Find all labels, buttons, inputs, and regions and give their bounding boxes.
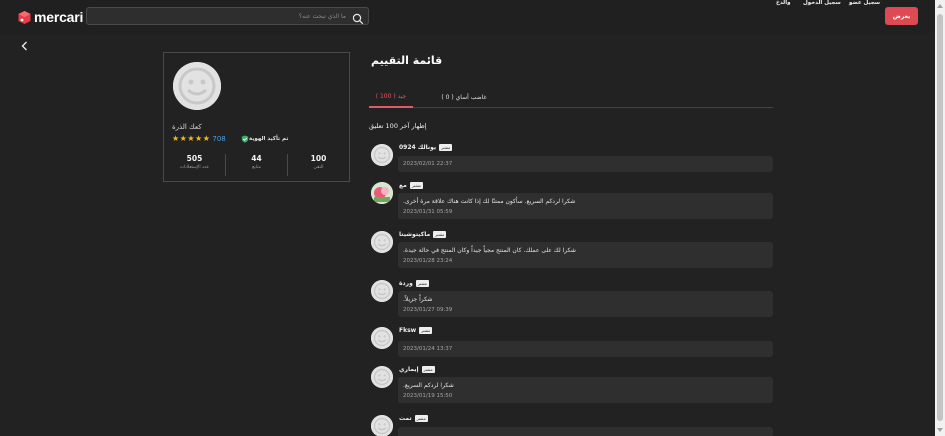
review-header: وردة مشتر <box>399 280 429 287</box>
review-item: Fksw مشتر 2023/01/24 13:37 <box>369 327 773 367</box>
scroll-up-icon[interactable] <box>937 4 943 8</box>
avatar[interactable] <box>173 62 221 110</box>
seller-profile-card: كعك الذرة ★ ★ ★ ★ ★ 708 تم تأكيد الهوية … <box>163 52 350 182</box>
review-header: Fksw مشتر <box>399 327 433 334</box>
buyer-badge: مشتر <box>439 144 453 151</box>
reviewer-name[interactable]: إيماري <box>399 366 419 373</box>
stat-following[interactable]: 100 التقي <box>288 154 349 176</box>
review-comment-box <box>398 427 773 436</box>
reviewer-avatar[interactable] <box>371 182 393 204</box>
star-icon: ★ <box>187 134 195 143</box>
review-text: .شكراً جزيلاً <box>403 296 433 303</box>
review-text: .شكرا لك على عملك. كان المنتج مجياً جيدا… <box>403 247 576 254</box>
buyer-badge: مشتر <box>421 366 435 373</box>
stat-value: 505 <box>186 154 203 163</box>
review-item: تمت مشتر <box>369 415 773 436</box>
review-comment-box: .شكرا لردكم السريع. سأكون ممتنًا لك إذا … <box>398 193 773 219</box>
star-icon: ★ <box>172 134 180 143</box>
reviewer-avatar[interactable] <box>371 280 393 302</box>
reviewer-name[interactable]: مع <box>399 182 407 189</box>
rating-stars[interactable]: ★ ★ ★ ★ ★ 708 <box>172 134 226 144</box>
logo-text: mercari <box>34 9 84 25</box>
buyer-badge: مشتر <box>419 327 433 334</box>
top-header: mercari والدخ سجيل الدخول سجيل عضو يعرض <box>0 0 935 33</box>
nav-register-link[interactable]: سجيل عضو <box>849 0 880 6</box>
star-icon: ★ <box>202 134 210 143</box>
seller-name: كعك الذرة <box>172 123 202 131</box>
reviewer-avatar[interactable] <box>371 415 393 436</box>
search-input[interactable] <box>96 8 346 24</box>
review-item: ماكيتوشيتا مشتر .شكرا لك على عملك. كان الم… <box>369 231 773 271</box>
review-comment-box: 2023/02/01 22:37 <box>398 156 773 172</box>
shield-check-icon <box>241 135 249 143</box>
scroll-down-icon[interactable] <box>937 428 943 432</box>
review-header: مع مشتر <box>399 182 423 189</box>
stat-listings: 505 عدد الإستعلانات <box>164 154 226 176</box>
buyer-badge: مشتر <box>409 182 423 189</box>
identity-verified: تم تأكيد الهوية <box>239 135 288 143</box>
rating-tabs: جيد ( 100 ) غاضب أساي ( 0 ) <box>369 86 773 108</box>
page-title: قائمة التقييم <box>371 54 443 67</box>
reviewer-avatar[interactable] <box>371 327 393 349</box>
back-chevron-icon[interactable] <box>19 37 31 51</box>
review-comment-box: .شكرا لك على عملك. كان المنتج مجياً جيدا… <box>398 242 773 268</box>
buyer-badge: مشتر <box>433 231 447 238</box>
tab-bad[interactable]: غاضب أساي ( 0 ) <box>439 86 489 108</box>
search-icon[interactable] <box>352 10 364 25</box>
profile-stats: 505 عدد الإستعلانات 44 متابع 100 التقي <box>164 154 349 176</box>
review-item: مع مشتر .شكرا لردكم السريع. سأكون ممتنًا ل… <box>369 182 773 222</box>
stat-value: 44 <box>251 154 262 163</box>
review-item: 0924 يونالك مشتر 2023/02/01 22:37 <box>369 144 773 184</box>
review-date: 2023/01/27 09:39 <box>403 307 453 313</box>
reviewer-avatar[interactable] <box>371 231 393 253</box>
review-header: تمت مشتر <box>399 415 428 422</box>
reviewer-name[interactable]: ماكيتوشيتا <box>399 231 430 238</box>
review-date: 2023/01/24 13:37 <box>403 346 453 352</box>
review-comment-box: .شكراً جزيلاً 2023/01/27 09:39 <box>398 291 773 317</box>
review-date: 2023/01/31 05:59 <box>403 209 453 215</box>
reviewer-name[interactable]: تمت <box>399 415 412 422</box>
review-date: 2023/01/19 15:50 <box>403 393 453 399</box>
rating-count[interactable]: 708 <box>212 135 225 143</box>
showing-count-label: إظهار آخر 100 تعليق <box>369 122 427 130</box>
review-item: وردة مشتر .شكراً جزيلاً 2023/01/27 09:39 <box>369 280 773 320</box>
review-header: ماكيتوشيتا مشتر <box>399 231 447 238</box>
review-comment-box: 2023/01/24 13:37 <box>398 341 773 357</box>
reviewer-name[interactable]: Fksw <box>399 327 416 334</box>
page-scrollbar[interactable] <box>935 0 945 436</box>
nav-guide-link[interactable]: والدخ <box>776 0 791 6</box>
stat-value: 100 <box>310 154 327 163</box>
sell-button[interactable]: يعرض <box>885 7 918 25</box>
review-comment-box: .شكرا لردكم السريع 2023/01/19 15:50 <box>398 377 773 403</box>
review-item: إيماري مشتر .شكرا لردكم السريع 2023/01/19 1… <box>369 366 773 406</box>
buyer-badge: مشتر <box>414 415 428 422</box>
reviewer-avatar[interactable] <box>371 144 393 166</box>
reviewer-avatar[interactable] <box>371 366 393 388</box>
scrollbar-thumb[interactable] <box>937 14 943 421</box>
review-header: إيماري مشتر <box>399 366 435 373</box>
stat-label: متابع <box>252 165 261 170</box>
review-date: 2023/01/28 23:24 <box>403 258 453 264</box>
verified-label: تم تأكيد الهوية <box>249 136 289 142</box>
stat-followers[interactable]: 44 متابع <box>226 154 288 176</box>
buyer-badge: مشتر <box>415 280 429 287</box>
stat-label: عدد الإستعلانات <box>179 165 210 170</box>
reviewer-name[interactable]: 0924 يونالك <box>399 144 436 151</box>
mercari-logo-icon <box>17 10 32 25</box>
star-icon: ★ <box>179 134 187 143</box>
mercari-logo[interactable]: mercari <box>17 9 83 25</box>
review-header: 0924 يونالك مشتر <box>399 144 453 151</box>
review-date: 2023/02/01 22:37 <box>403 161 453 167</box>
reviewer-name[interactable]: وردة <box>399 280 413 287</box>
tab-good[interactable]: جيد ( 100 ) <box>369 86 413 108</box>
review-text: .شكرا لردكم السريع. سأكون ممتنًا لك إذا … <box>403 198 576 205</box>
nav-login-link[interactable]: سجيل الدخول <box>803 0 841 6</box>
review-text: .شكرا لردكم السريع <box>403 382 454 389</box>
search-bar[interactable] <box>86 7 369 25</box>
stat-label: التقي <box>313 165 324 170</box>
star-icon: ★ <box>195 134 203 143</box>
